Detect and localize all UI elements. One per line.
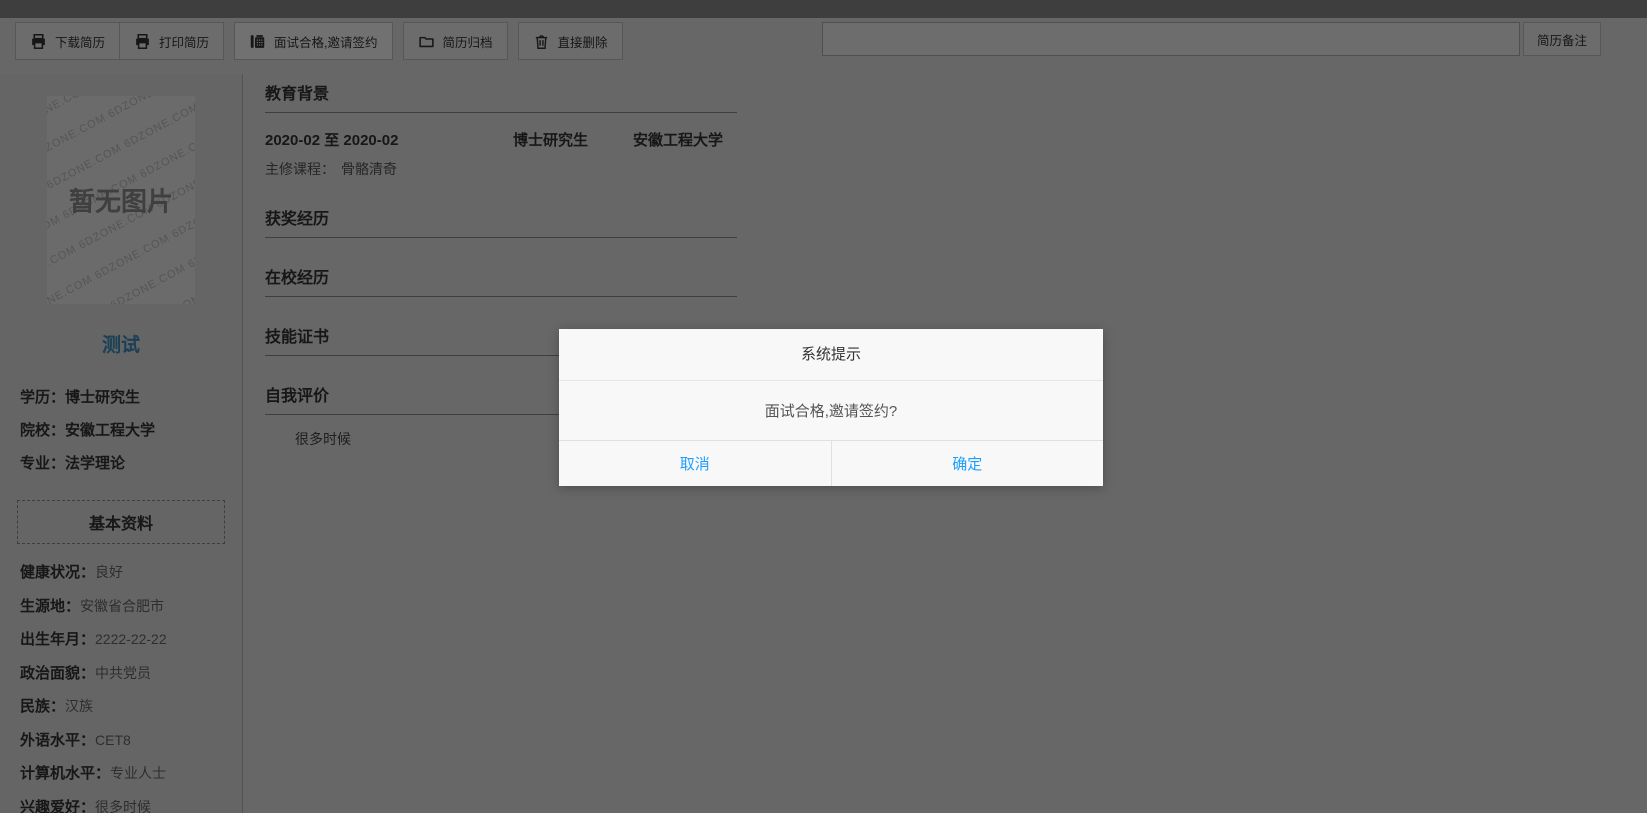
dialog-footer: 取消 确定 <box>559 441 1103 486</box>
system-prompt-dialog: 系统提示 面试合格,邀请签约? 取消 确定 <box>559 329 1103 486</box>
resume-detail-page: 下载简历 打印简历 <box>0 0 1647 813</box>
confirm-button[interactable]: 确定 <box>832 441 1104 486</box>
cancel-button[interactable]: 取消 <box>559 441 832 486</box>
dialog-message: 面试合格,邀请签约? <box>559 381 1103 441</box>
dialog-title: 系统提示 <box>559 329 1103 381</box>
